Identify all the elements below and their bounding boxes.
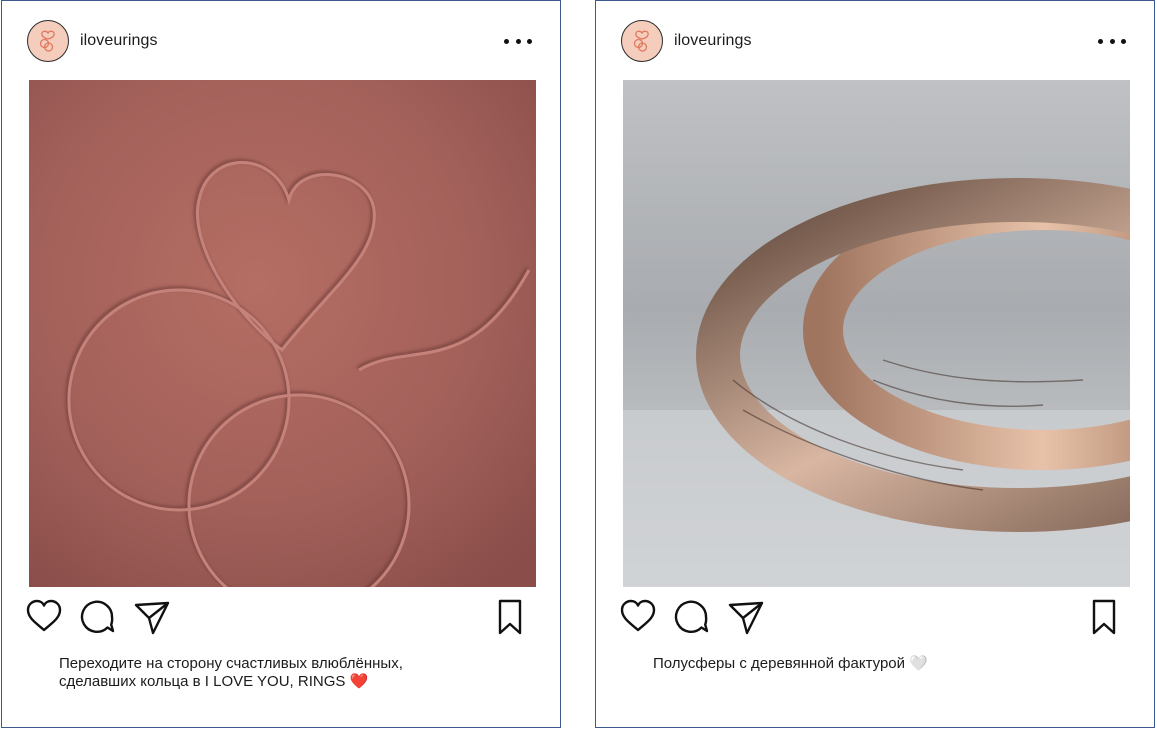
post-caption: Переходите на сторону счастливых влюблён… [59, 655, 529, 691]
more-icon-dot [1098, 38, 1103, 44]
white-heart-emoji: 🤍 [909, 655, 928, 672]
comment-button[interactable] [78, 597, 118, 637]
post-caption: Полусферы с деревянной фактурой 🤍 [653, 655, 1123, 673]
share-button[interactable] [726, 597, 766, 637]
post-actions [2, 597, 560, 637]
comment-button[interactable] [672, 597, 712, 637]
share-icon [728, 601, 764, 635]
post-card: iloveurings [1, 0, 561, 728]
post-card: iloveurings [595, 0, 1155, 728]
comment-icon [674, 600, 709, 633]
more-options-button[interactable] [1098, 31, 1126, 51]
avatar[interactable] [27, 20, 69, 62]
share-icon [134, 601, 170, 635]
post-image[interactable] [29, 80, 536, 587]
username[interactable]: iloveurings [674, 32, 752, 50]
heart-icon [620, 599, 656, 632]
post-header: iloveurings [596, 1, 1154, 81]
share-button[interactable] [132, 597, 172, 637]
caption-line: Полусферы с деревянной фактурой [653, 655, 906, 672]
save-button[interactable] [490, 597, 530, 637]
post-actions [596, 597, 1154, 637]
save-button[interactable] [1084, 597, 1124, 637]
post-header: iloveurings [2, 1, 560, 81]
red-heart-emoji: ❤️ [349, 673, 369, 690]
post-image[interactable] [623, 80, 1130, 587]
textured-rings-image [623, 80, 1130, 587]
username[interactable]: iloveurings [80, 32, 158, 50]
more-icon-dot [527, 38, 532, 44]
more-options-button[interactable] [504, 31, 532, 51]
heart-icon [26, 599, 62, 632]
brand-logo-icon [39, 30, 55, 52]
bookmark-icon [498, 599, 522, 635]
embossed-logo-velvet-image [29, 80, 536, 587]
brand-logo-icon [633, 30, 649, 52]
like-button[interactable] [24, 597, 64, 637]
comment-icon [80, 600, 115, 633]
bookmark-icon [1092, 599, 1116, 635]
more-icon-dot [1109, 38, 1115, 44]
avatar[interactable] [621, 20, 663, 62]
more-icon-dot [515, 38, 521, 44]
more-icon-dot [1121, 38, 1126, 44]
caption-line: сделавших кольца в I LOVE YOU, RINGS [59, 673, 346, 690]
caption-line: Переходите на сторону счастливых влюблён… [59, 655, 403, 672]
like-button[interactable] [618, 597, 658, 637]
more-icon-dot [504, 38, 509, 44]
